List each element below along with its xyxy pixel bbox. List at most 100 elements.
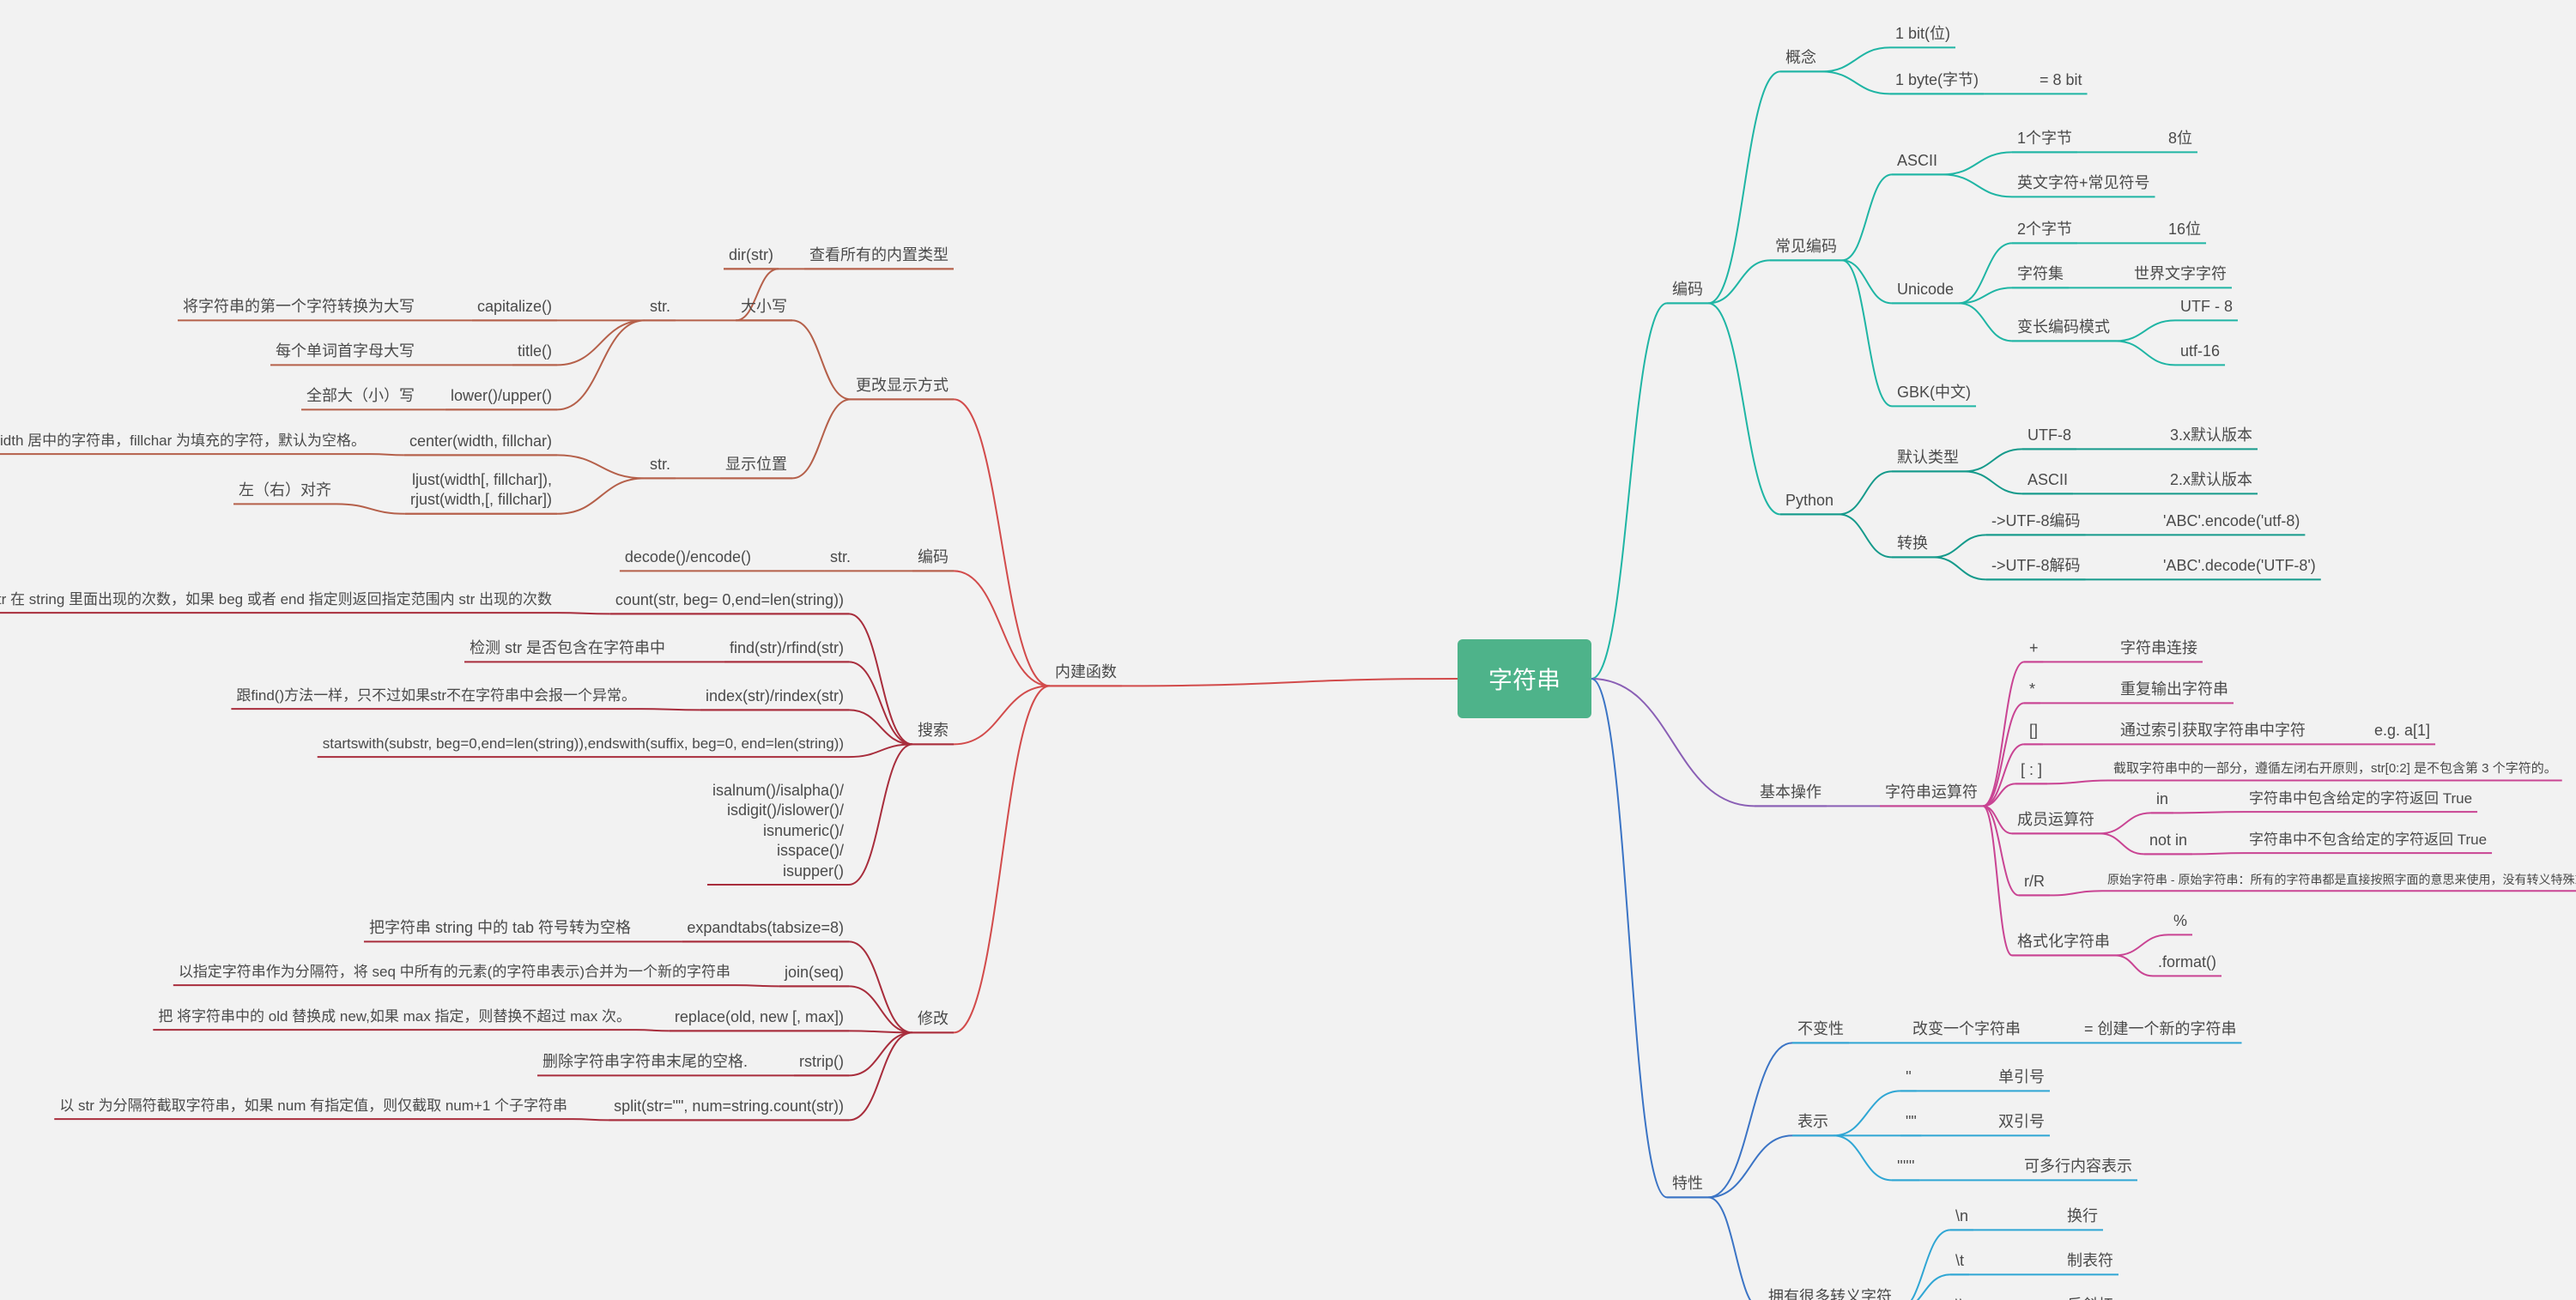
r-enc-conv-ad: 'ABC'.encode('utf-8) [2163, 511, 2300, 531]
l-case-cap-d: 将字符串的第一个字符转换为大写 [183, 297, 415, 317]
r-ops-star-d: 重复输出字符串 [2120, 680, 2228, 699]
r-enc-common: 常见编码 [1775, 237, 1837, 257]
r-enc-def-a: UTF-8 [2027, 426, 2071, 445]
l-search-find: find(str)/rfind(str) [730, 638, 844, 658]
r-enc-concept: 概念 [1785, 48, 1816, 68]
r-enc-uni: Unicode [1897, 280, 1954, 299]
r-ops-fmt-b: .format() [2158, 952, 2216, 972]
l-lv1: 内建函数 [1055, 662, 1117, 682]
r-repr-bd: 双引号 [1998, 1112, 2045, 1132]
r-esc-n: \n [1955, 1206, 1968, 1226]
l-case-title: title() [518, 342, 552, 361]
r-ops-plus: + [2029, 638, 2039, 658]
r-enc-byte-eq: = 8 bit [2040, 70, 2082, 90]
l-search-sw: startswith(substr, beg=0,end=len(string)… [323, 735, 844, 753]
l-case-lu: lower()/upper() [451, 386, 552, 406]
l-search-isx: isalnum()/isalpha()/ isdigit()/islower()… [712, 781, 844, 881]
l-search-count: count(str, beg= 0,end=len(string)) [615, 590, 844, 610]
r-esc-bsd: 反斜杠 [2067, 1296, 2113, 1300]
l-pos: 显示位置 [725, 455, 787, 475]
r-ops-mem: 成员运算符 [2017, 810, 2094, 830]
r-ops-lab: 字符串运算符 [1885, 783, 1978, 802]
l-enc: 编码 [918, 547, 949, 567]
r-enc-ascii-b: 英文字符+常见符号 [2017, 173, 2150, 193]
r-ops-in: in [2156, 789, 2168, 809]
l-mod-exp: expandtabs(tabsize=8) [687, 918, 844, 938]
l-mod-rep: replace(old, new [, max]) [675, 1007, 844, 1027]
l-disp: 更改显示方式 [856, 376, 949, 396]
r-ops-nin-d: 字符串中不包含给定的字符返回 True [2249, 831, 2487, 850]
l-search-count-d: 返回 str 在 string 里面出现的次数，如果 beg 或者 end 指定… [0, 590, 552, 609]
r-enc-conv-b: ->UTF-8解码 [1991, 556, 2081, 576]
r-immut: 不变性 [1797, 1019, 1844, 1039]
r-repr-ad: 单引号 [1998, 1067, 2045, 1087]
r-enc-def-ad: 3.x默认版本 [2170, 426, 2252, 445]
r-immut-a: 改变一个字符串 [1912, 1019, 2021, 1039]
r-enc-gbk: GBK(中文) [1897, 383, 1971, 402]
r-repr: 表示 [1797, 1112, 1828, 1132]
r-enc-uni-bd: 世界文字字符 [2134, 264, 2227, 284]
r-esc: 拥有很多转义字符 [1768, 1287, 1892, 1300]
r-ops-idx: [] [2029, 721, 2038, 741]
l-search-index: index(str)/rindex(str) [706, 686, 844, 706]
r-enc-conv-bd: 'ABC'.decode('UTF-8') [2163, 556, 2316, 576]
r-ops-plus-d: 字符串连接 [2120, 638, 2197, 658]
r-ops-star: * [2029, 680, 2035, 699]
r-ops-raw-d: 原始字符串 - 原始字符串：所有的字符串都是直接按照字面的意思来使用，没有转义特… [2107, 872, 2576, 887]
l-case-lu-d: 全部大（小）写 [306, 386, 415, 406]
l-mod-rep-d: 把 将字符串中的 old 替换成 new,如果 max 指定，则替换不超过 ma… [158, 1007, 631, 1026]
l-mod-split-d: 以 str 为分隔符截取字符串，如果 num 有指定值，则仅截取 num+1 个… [59, 1097, 567, 1116]
r-ops-nin: not in [2149, 831, 2187, 850]
l-mod-exp-d: 把字符串 string 中的 tab 符号转为空格 [369, 918, 631, 938]
l-search-index-d: 跟find()方法一样，只不过如果str不在字符串中会报一个异常。 [236, 686, 636, 705]
l-mod-split: split(str="", num=string.count(str)) [614, 1097, 844, 1116]
l-case: 大小写 [741, 297, 787, 317]
r-enc-ascii-aeq: 8位 [2168, 129, 2192, 148]
r-enc-ascii-a: 1个字节 [2017, 129, 2072, 148]
r-enc-bit: 1 bit(位) [1895, 24, 1950, 44]
l-pos-center-d: 返回一个指定的宽度 width 居中的字符串，fillchar 为填充的字符，默… [0, 432, 366, 450]
root-node: 字符串 [1458, 639, 1591, 718]
r-esc-td: 制表符 [2067, 1251, 2113, 1271]
r-traits: 特性 [1672, 1174, 1703, 1194]
l-search-find-d: 检测 str 是否包含在字符串中 [470, 638, 665, 658]
r-esc-bs: \\ [1955, 1296, 1964, 1300]
l-mod-join: join(seq) [785, 963, 844, 983]
r-enc-conv-a: ->UTF-8编码 [1991, 511, 2081, 531]
r-enc-py: Python [1785, 491, 1834, 511]
l-mod-join-d: 以指定字符串作为分隔符，将 seq 中所有的元素(的字符串表示)合并为一个新的字… [179, 963, 730, 982]
l-mod-rs: rstrip() [799, 1052, 844, 1072]
r-ops-idx-d: 通过索引获取字符串中字符 [2120, 721, 2306, 741]
l-case-cap: capitalize() [477, 297, 552, 317]
r-enc-byte: 1 byte(字节) [1895, 70, 1979, 90]
r-ops-fmt-a: % [2173, 911, 2187, 931]
l-pos-mid: str. [650, 455, 670, 475]
r-enc-ascii: ASCII [1897, 151, 1937, 171]
r-repr-a: '' [1906, 1067, 1912, 1087]
l-case-mid: str. [650, 297, 670, 317]
l-enc-item: decode()/encode() [625, 547, 751, 567]
r-enc-conv: 转换 [1897, 534, 1928, 553]
r-enc-uni-a: 2个字节 [2017, 220, 2072, 239]
l-pos-just: ljust(width[, fillchar]), rjust(width,[,… [410, 470, 552, 511]
l-mod: 修改 [918, 1009, 949, 1029]
r-ops-raw: r/R [2024, 872, 2045, 892]
r-esc-nd: 换行 [2067, 1206, 2098, 1226]
l-case-dir-d: 查看所有的内置类型 [809, 245, 949, 265]
r-enc-uni-c: 变长编码模式 [2017, 317, 2110, 337]
r-enc-def-b: ASCII [2027, 470, 2068, 490]
r-ops-fmt: 格式化字符串 [2017, 932, 2110, 952]
r-repr-b: "" [1906, 1112, 1917, 1132]
r-ops-idx-eg: e.g. a[1] [2374, 721, 2430, 741]
l-search: 搜索 [918, 721, 949, 741]
r-repr-c: '''''' [1897, 1157, 1915, 1176]
r-ops-slice: [ : ] [2021, 760, 2042, 780]
r-enc-uni-aeq: 16位 [2168, 220, 2201, 239]
r-repr-cd: 可多行内容表示 [2024, 1157, 2132, 1176]
l-pos-center: center(width, fillchar) [409, 432, 552, 451]
r-enc-def: 默认类型 [1897, 448, 1959, 468]
l-case-title-d: 每个单词首字母大写 [276, 342, 415, 361]
r-ops-in-d: 字符串中包含给定的字符返回 True [2249, 789, 2472, 808]
r-enc-def-bd: 2.x默认版本 [2170, 470, 2252, 490]
r-enc-uni-c2: utf-16 [2180, 342, 2220, 361]
